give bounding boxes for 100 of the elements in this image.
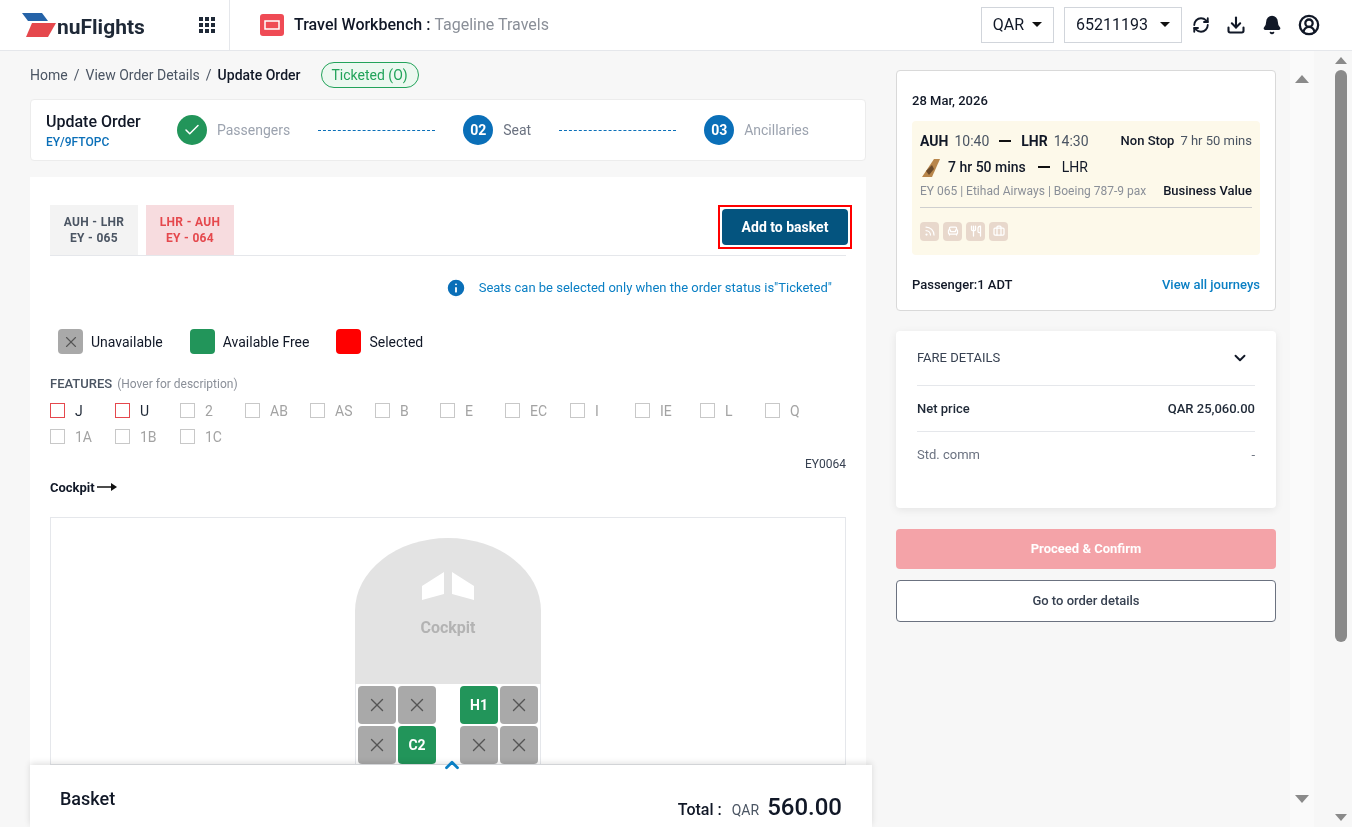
breadcrumb-separator: / <box>205 66 212 85</box>
feature-label: U <box>140 401 150 421</box>
order-ref: EY/9FTOPC <box>46 134 111 150</box>
logo-icon <box>22 13 56 37</box>
passenger-count: Passenger:1 ADT <box>912 275 1013 294</box>
segment-tab[interactable]: AUH - LHR EY - 065 <box>50 205 138 255</box>
feature-label: 2 <box>205 401 213 421</box>
bell-icon[interactable] <box>1262 15 1282 35</box>
step-number: 02 <box>463 115 494 145</box>
order-details-button[interactable]: Go to order details <box>896 580 1276 622</box>
add-to-basket-button[interactable]: Add to basket <box>722 209 848 245</box>
feature-checkbox[interactable] <box>180 429 195 444</box>
cabin-class: Business Value <box>1163 182 1252 200</box>
feature-label: AB <box>270 401 288 421</box>
features-hint: (Hover for description) <box>117 376 238 392</box>
feature-label: IE <box>660 401 672 421</box>
step-label: Seat <box>503 121 532 140</box>
feature-label: J <box>75 401 83 421</box>
breadcrumb-current: Update Order <box>217 66 301 85</box>
journey-date: 28 Mar, 2026 <box>912 93 988 108</box>
feature-label: I <box>595 401 599 421</box>
fare-value: - <box>1251 446 1255 465</box>
breadcrumb-link[interactable]: Home <box>30 65 68 85</box>
departure-time: 10:40 <box>954 132 990 151</box>
aircraft-code: EY0064 <box>805 455 846 472</box>
logo-text: nuFlights <box>57 14 145 42</box>
total-amount: 560.00 <box>767 792 842 823</box>
feature-checkbox[interactable] <box>50 429 65 444</box>
cockpit-link[interactable]: Cockpit <box>50 477 95 497</box>
feature-label: Q <box>790 401 800 421</box>
basket-title: Basket <box>60 787 116 811</box>
download-icon[interactable] <box>1226 15 1246 35</box>
scrollbar-thumb[interactable] <box>1335 70 1347 642</box>
flight-details: EY 065 | Etihad Airways | Boeing 787-9 pax <box>920 182 1147 199</box>
step-number: 03 <box>704 115 735 145</box>
origin-code: AUH <box>920 132 949 151</box>
ticket-icon <box>260 14 284 36</box>
breadcrumb-separator: / <box>73 66 80 85</box>
feature-checkbox[interactable] <box>245 403 260 418</box>
seat-button[interactable]: C2 <box>398 726 436 764</box>
app-title: Travel Workbench : <box>294 14 431 36</box>
fare-value: QAR 25,060.00 <box>1167 399 1255 418</box>
feature-checkbox[interactable] <box>375 403 390 418</box>
total-currency: QAR <box>731 801 760 820</box>
feature-checkbox[interactable] <box>570 403 585 418</box>
fare-label: Net price <box>917 399 970 418</box>
leg-duration: 7 hr 50 mins <box>948 158 1026 177</box>
right-arrow-icon <box>96 483 117 492</box>
scroll-down-icon[interactable] <box>1335 814 1347 821</box>
feature-checkbox[interactable] <box>700 403 715 418</box>
features-title: FEATURES <box>50 375 113 393</box>
seat-button[interactable]: H1 <box>460 686 498 724</box>
duration: 7 hr 50 mins <box>1180 131 1252 150</box>
step-label: Ancillaries <box>744 121 809 140</box>
destination-code: LHR <box>1021 132 1048 151</box>
view-all-journeys-link[interactable]: View all journeys <box>1161 274 1260 294</box>
feature-checkbox[interactable] <box>50 403 65 418</box>
status-badge: Ticketed (O) <box>320 62 419 88</box>
feature-label: 1B <box>140 427 157 447</box>
total-label: Total : <box>677 799 722 821</box>
feature-checkbox[interactable] <box>310 403 325 418</box>
legend-label: Selected <box>369 332 424 352</box>
feature-checkbox[interactable] <box>440 403 455 418</box>
caret-icon <box>1032 22 1043 28</box>
info-note: Seats can be selected only when the order status is"Ticketed" <box>478 279 832 298</box>
feature-checkbox[interactable] <box>505 403 520 418</box>
scroll-up-icon[interactable] <box>1295 75 1309 83</box>
user-avatar-icon[interactable] <box>1298 14 1320 36</box>
stops: Non Stop <box>1120 131 1175 150</box>
feature-checkbox[interactable] <box>635 403 650 418</box>
feature-label: L <box>725 401 733 421</box>
legend-label: Available Free <box>222 332 310 352</box>
order-title: Update Order <box>46 111 142 133</box>
airline-tail-icon <box>920 157 940 177</box>
refresh-icon[interactable] <box>1192 16 1210 34</box>
feature-checkbox[interactable] <box>765 403 780 418</box>
agency-name: Tageline Travels <box>434 14 549 36</box>
arrival-time: 14:30 <box>1053 132 1089 151</box>
bag-icon <box>989 221 1008 241</box>
breadcrumb-link[interactable]: View Order Details <box>85 65 200 85</box>
leg-destination: LHR <box>1061 158 1088 177</box>
feature-checkbox[interactable] <box>180 403 195 418</box>
scroll-down-icon[interactable] <box>1295 795 1309 803</box>
feature-label: 1A <box>75 427 92 447</box>
caret-icon <box>1160 22 1170 28</box>
feature-checkbox[interactable] <box>115 403 130 418</box>
meal-icon <box>966 221 985 241</box>
feature-label: E <box>465 401 473 421</box>
account-dropdown[interactable]: 65211193 <box>1064 7 1182 43</box>
currency-dropdown[interactable]: QAR <box>980 7 1055 43</box>
feature-label: 1C <box>205 427 222 447</box>
scroll-up-icon[interactable] <box>1335 57 1347 64</box>
feature-label: AS <box>335 401 353 421</box>
apps-grid-icon[interactable] <box>198 17 215 33</box>
fare-title: FARE DETAILS <box>917 349 1001 368</box>
legend-label: Unavailable <box>91 332 163 352</box>
step-label: Passengers <box>217 121 291 140</box>
feature-label: B <box>400 401 409 421</box>
feature-checkbox[interactable] <box>115 429 130 444</box>
feature-label: EC <box>530 401 548 421</box>
